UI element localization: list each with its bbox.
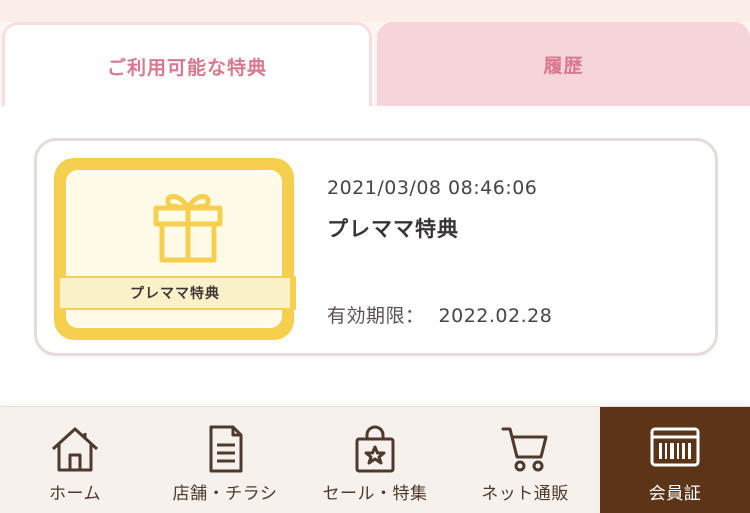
benefit-badge: プレママ特典 (54, 158, 296, 340)
nav-label-stores-flyers: 店舗・チラシ (172, 484, 278, 504)
issue-datetime: 2021/03/08 08:46:06 (327, 177, 538, 199)
badge-ribbon: プレママ特典 (54, 276, 296, 310)
benefit-title: プレママ特典 (327, 217, 459, 241)
shopping-bag-icon (355, 425, 395, 473)
expiry-label: 有効期限： (327, 305, 425, 327)
benefit-list: プレママ特典 2021/03/08 08:46:06 プレママ特典 有効期限： 2… (0, 106, 750, 406)
nav-label-member-card: 会員証 (648, 484, 702, 504)
barcode-card-icon (650, 427, 700, 467)
gift-icon (153, 194, 223, 263)
top-strip (0, 0, 750, 22)
home-icon (51, 427, 99, 472)
tab-available-label: ご利用可能な特典 (106, 57, 267, 79)
tab-history-label: 履歴 (543, 54, 584, 77)
tab-bar: ご利用可能な特典 履歴 (0, 22, 750, 108)
nav-label-sale-features: セール・特集 (322, 484, 428, 504)
nav-item-home[interactable]: ホーム (0, 407, 150, 513)
nav-item-sale-features[interactable]: セール・特集 (300, 407, 450, 513)
nav-item-member-card[interactable]: 会員証 (600, 407, 750, 513)
cart-icon (501, 427, 548, 472)
benefit-card[interactable]: プレママ特典 2021/03/08 08:46:06 プレママ特典 有効期限： 2… (34, 138, 718, 356)
bottom-nav: ホーム 店舗・チラシ セール・特集 ネット通販 会員証 (0, 406, 750, 513)
tab-available-benefits[interactable]: ご利用可能な特典 (2, 22, 372, 108)
nav-item-stores-flyers[interactable]: 店舗・チラシ (150, 407, 300, 513)
badge-label: プレママ特典 (130, 286, 220, 302)
expiry-row: 有効期限： 2022.02.28 (327, 301, 552, 328)
nav-item-online-shop[interactable]: ネット通販 (450, 407, 600, 513)
nav-label-online-shop: ネット通販 (481, 484, 569, 504)
tab-history[interactable]: 履歴 (377, 22, 750, 106)
expiry-date: 2022.02.28 (438, 305, 553, 327)
flyer-icon (209, 425, 243, 473)
nav-label-home: ホーム (49, 484, 101, 504)
